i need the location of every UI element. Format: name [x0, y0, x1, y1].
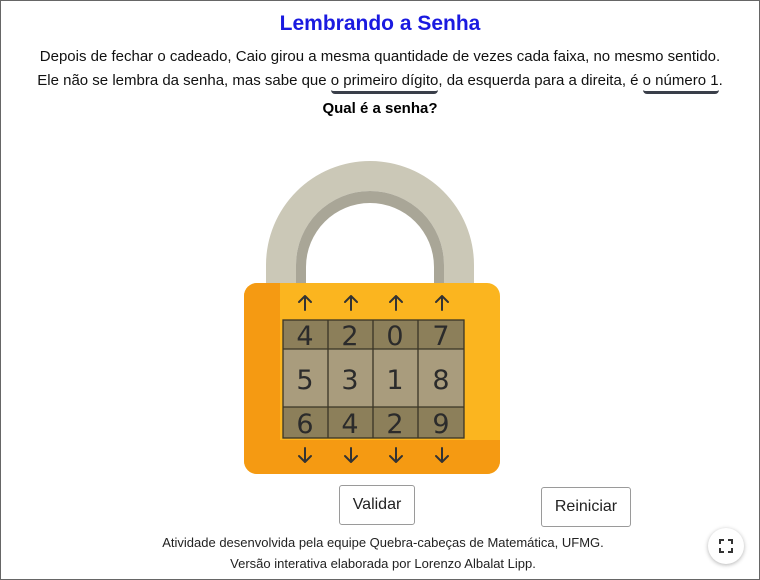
validate-button[interactable]: Validar: [339, 485, 415, 525]
dial-digit-middle: 1: [386, 365, 403, 396]
dial-digit-bottom: 4: [341, 409, 358, 440]
dial-column-3[interactable]: 0 1 2: [386, 295, 404, 463]
dial-column-4[interactable]: 7 8 9: [432, 295, 450, 463]
dial-digit-top: 7: [432, 321, 449, 352]
dial-digit-middle: 3: [341, 365, 358, 396]
dial-digit-middle: 5: [296, 365, 313, 396]
credits-line-1: Atividade desenvolvida pela equipe Quebr…: [162, 535, 604, 550]
dial-digit-top: 0: [386, 321, 403, 352]
dial-digit-bottom: 6: [296, 409, 313, 440]
dial-digit-bottom: 2: [386, 409, 403, 440]
dial-column-1[interactable]: 4 5 6: [296, 295, 314, 463]
dial-digit-top: 4: [296, 321, 313, 352]
fullscreen-button[interactable]: [708, 528, 744, 564]
dial-digit-middle: 8: [432, 365, 449, 396]
dial-column-2[interactable]: 2 3 4: [341, 295, 359, 463]
fullscreen-icon: [719, 539, 733, 553]
restart-button[interactable]: Reiniciar: [541, 487, 631, 527]
dial-digit-bottom: 9: [432, 409, 449, 440]
dial-digit-top: 2: [341, 321, 358, 352]
credits-line-2: Versão interativa elaborada por Lorenzo …: [230, 556, 536, 571]
